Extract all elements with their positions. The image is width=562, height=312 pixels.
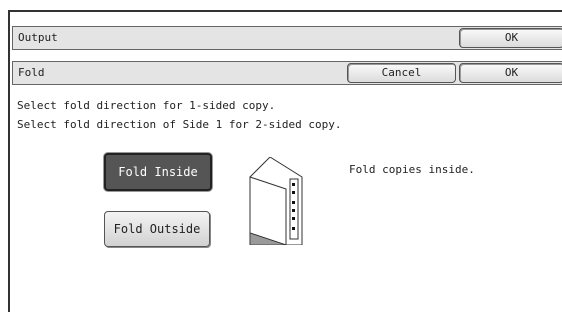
cancel-button[interactable]: Cancel [347,63,456,83]
fold-description: Fold copies inside. [349,163,475,176]
fold-settings-panel: Output OK Fold Cancel OK Select fold dir… [8,10,562,312]
fold-header-bar: Fold Cancel OK [12,61,562,85]
fold-outside-button[interactable]: Fold Outside [104,211,210,247]
fold-ok-button[interactable]: OK [459,63,562,83]
output-title: Output [18,31,58,44]
output-header-bar: Output OK [12,26,562,50]
fold-inside-button[interactable]: Fold Inside [104,153,212,191]
fold-inside-illustration-icon [249,157,303,245]
output-ok-button[interactable]: OK [459,28,562,48]
instruction-line-2: Select fold direction of Side 1 for 2-si… [17,118,342,131]
instruction-line-1: Select fold direction for 1-sided copy. [17,99,276,112]
fold-title: Fold [18,66,45,79]
